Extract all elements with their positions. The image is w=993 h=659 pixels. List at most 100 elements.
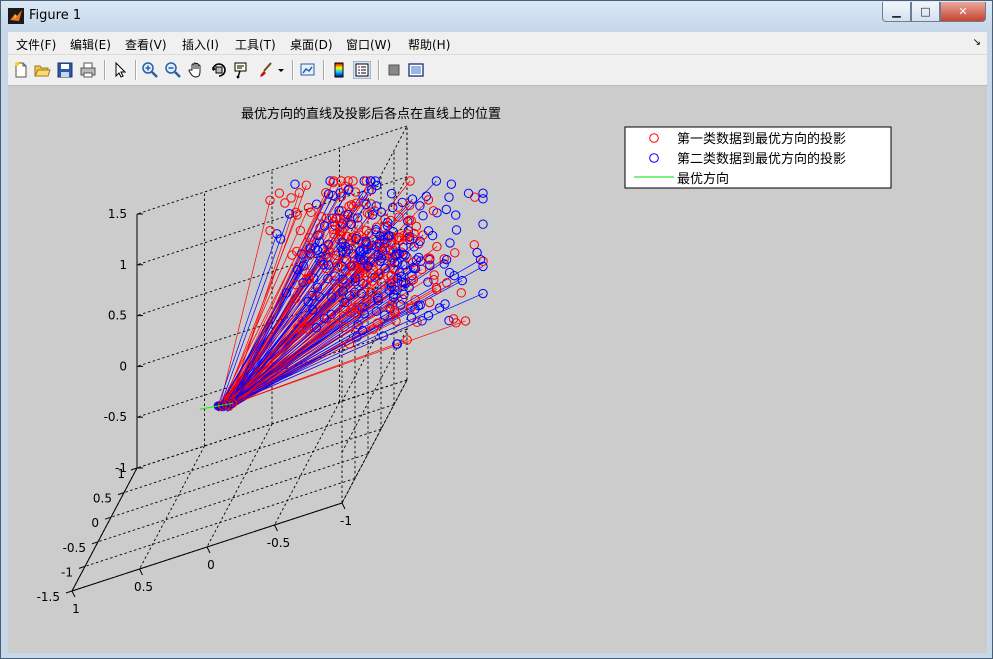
y-tick-label: 0	[91, 516, 99, 530]
link-plot-icon[interactable]	[299, 61, 317, 79]
z-tick-label: 0.5	[108, 309, 127, 323]
show-plot-tools-icon[interactable]	[407, 61, 425, 79]
class1-point	[348, 176, 358, 186]
close-icon: ✕	[958, 5, 968, 18]
class1-point	[295, 225, 306, 236]
hide-plot-tools-icon[interactable]	[385, 61, 403, 79]
window-bottom-border	[8, 653, 987, 658]
class2-point	[445, 238, 455, 248]
class2-point	[441, 204, 452, 215]
zoom-out-icon[interactable]	[164, 61, 182, 79]
x-tick-label: -1	[340, 514, 352, 528]
class2-point	[418, 211, 428, 221]
class2-point	[423, 310, 434, 321]
select-arrow-icon[interactable]	[111, 61, 129, 79]
zoom-in-icon[interactable]	[141, 61, 159, 79]
y-tick	[65, 590, 73, 594]
rotate-3d-icon[interactable]	[210, 61, 228, 79]
class2-point	[478, 194, 488, 204]
menu-help[interactable]: 帮助(H)	[408, 36, 450, 53]
class2-point	[444, 192, 454, 202]
legend-icon[interactable]	[353, 61, 371, 79]
figure-canvas[interactable]: -1 -0.5 0 0.5 1 -1.5 -1 -0.5 0 0.5 1 -1 -0.5 0 0.5 1 1.5…	[8, 86, 987, 653]
class2-point	[311, 199, 322, 209]
class2-point	[451, 225, 462, 235]
z-tick-label: -1	[115, 461, 127, 475]
class2-point	[478, 219, 488, 229]
menu-view[interactable]: 查看(V)	[125, 36, 167, 53]
class1-point	[424, 297, 435, 308]
z-tick-label: -0.5	[104, 410, 127, 424]
menu-desktop[interactable]: 桌面(D)	[290, 36, 333, 53]
class2-point	[446, 179, 457, 189]
open-file-icon[interactable]	[33, 61, 51, 79]
menu-tools[interactable]: 工具(T)	[235, 36, 276, 53]
z-tick-label: 1.5	[108, 207, 127, 221]
y-tick-label: 0.5	[93, 492, 112, 506]
y-tick-label: -1	[61, 565, 73, 579]
grid-line	[123, 404, 395, 494]
class1-point	[316, 212, 327, 222]
class1-point	[265, 225, 275, 236]
class2-point	[463, 188, 474, 199]
menu-bar: 文件(F) 编辑(E) 查看(V) 插入(I) 工具(T) 桌面(D) 窗口(W…	[8, 32, 987, 55]
chart-title: 最优方向的直线及投影后各点在直线上的位置	[241, 106, 501, 122]
class1-point	[306, 207, 316, 218]
x-tick	[71, 590, 76, 598]
window-title: Figure 1	[29, 8, 82, 23]
menu-edit[interactable]: 编辑(E)	[70, 36, 111, 53]
z-tick-label: 1	[119, 258, 127, 272]
x-tick-label: -0.5	[267, 536, 290, 550]
figure-window: Figure 1 ▁ □ ✕ 文件(F) 编辑(E) 查看(V) 插入(I) 工…	[0, 0, 993, 659]
x-tick-label: 0	[207, 558, 215, 572]
pan-hand-icon[interactable]	[187, 61, 205, 79]
class2-point	[450, 210, 461, 220]
x-tick	[206, 546, 211, 554]
class1-point	[450, 248, 460, 258]
legend[interactable]: 第一类数据到最优方向的投影 第二类数据到最优方向的投影 最优方向	[624, 126, 892, 189]
new-figure-icon[interactable]	[12, 61, 30, 79]
print-icon[interactable]	[79, 61, 97, 79]
axes-3d[interactable]: -1-0.500.51-1.5-1-0.500.51-1-0.500.511.5…	[8, 86, 987, 653]
x-tick-label: 0.5	[134, 580, 153, 594]
minimize-icon: ▁	[892, 5, 901, 18]
class2-point	[388, 202, 398, 213]
menu-overflow-icon[interactable]: ↘	[973, 37, 981, 48]
grid-line	[84, 477, 356, 567]
x-tick	[274, 524, 278, 532]
legend-label-line: 最优方向	[677, 171, 729, 187]
figure-toolbar	[8, 55, 987, 86]
matlab-logo-icon	[8, 8, 24, 24]
minimize-button[interactable]: ▁	[882, 2, 911, 22]
save-icon[interactable]	[56, 61, 74, 79]
grid-line	[97, 453, 369, 543]
z-tick-label: 0	[119, 359, 127, 373]
legend-label-class2: 第二类数据到最优方向的投影	[677, 151, 846, 167]
class1-point	[274, 188, 285, 198]
maximize-button[interactable]: □	[911, 2, 940, 22]
class2-point	[386, 188, 397, 199]
data-cursor-icon[interactable]	[233, 61, 251, 79]
menu-file[interactable]: 文件(F)	[16, 36, 56, 53]
maximize-icon: □	[920, 5, 931, 18]
menu-window[interactable]: 窗口(W)	[346, 36, 391, 53]
close-button[interactable]: ✕	[940, 2, 986, 22]
menu-insert[interactable]: 插入(I)	[182, 36, 219, 53]
y-tick-label: -0.5	[63, 541, 86, 555]
title-bar[interactable]: Figure 1 ▁ □ ✕	[1, 1, 992, 31]
colorbar-icon[interactable]	[330, 61, 348, 79]
class1-point	[280, 198, 290, 208]
projection-line	[219, 233, 408, 411]
class2-point	[290, 179, 300, 189]
x-tick	[341, 502, 346, 510]
legend-label-class1: 第一类数据到最优方向的投影	[677, 131, 846, 147]
class1-point	[470, 192, 480, 202]
x-tick-label: 1	[72, 602, 80, 616]
class1-point	[442, 278, 452, 288]
x-tick	[139, 568, 143, 576]
brush-dropdown-icon[interactable]	[276, 61, 286, 79]
y-tick-label: -1.5	[37, 590, 60, 604]
brush-icon[interactable]	[256, 61, 274, 79]
class1-point	[456, 288, 466, 298]
class1-point	[469, 240, 479, 250]
